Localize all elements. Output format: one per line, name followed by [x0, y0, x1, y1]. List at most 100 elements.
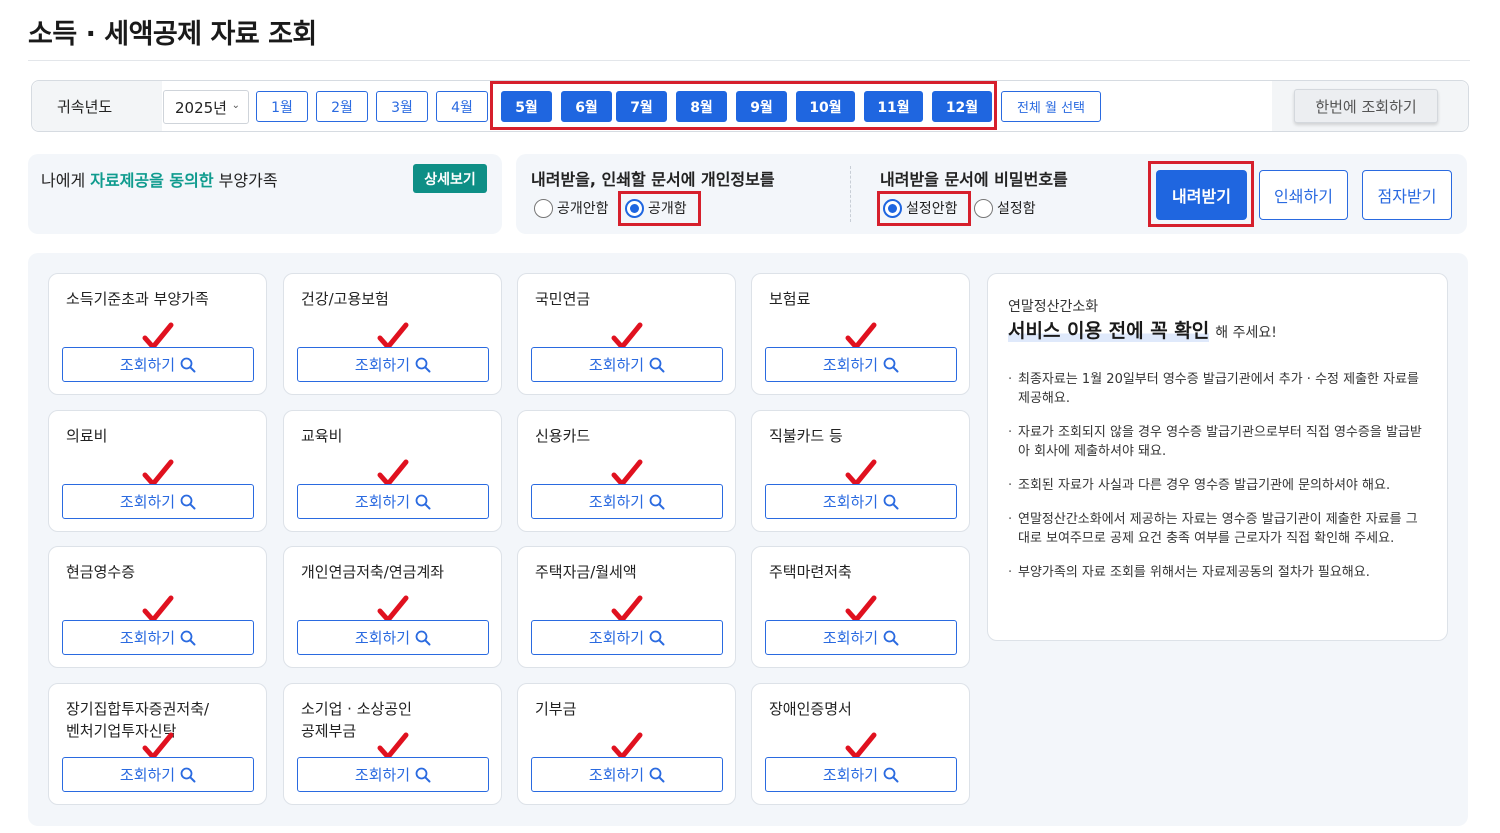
search-icon: [180, 494, 196, 510]
deduction-card: 보험료조회하기: [751, 273, 970, 395]
notice-main-suffix: 해 주세요!: [1215, 325, 1277, 341]
options-divider: [850, 166, 851, 222]
consent-suffix: 부양가족: [213, 171, 278, 190]
query-button-label: 조회하기: [822, 629, 879, 647]
annotation-password-highlight: [877, 191, 971, 226]
password-radio-set[interactable]: 설정함: [974, 198, 1036, 218]
query-button[interactable]: 조회하기: [765, 347, 957, 382]
query-button-label: 조회하기: [588, 493, 645, 511]
search-icon: [649, 494, 665, 510]
consent-prefix: 나에게: [41, 171, 91, 190]
braille-button[interactable]: 점자받기: [1362, 170, 1452, 220]
query-button[interactable]: 조회하기: [765, 757, 957, 792]
query-button[interactable]: 조회하기: [62, 620, 254, 655]
query-button-label: 조회하기: [588, 629, 645, 647]
query-button[interactable]: 조회하기: [531, 484, 723, 519]
query-button[interactable]: 조회하기: [297, 347, 489, 382]
deduction-card: 국민연금조회하기: [517, 273, 736, 395]
card-title: 소득기준초과 부양가족: [66, 290, 209, 308]
query-button-label: 조회하기: [822, 356, 879, 374]
privacy-option-label: 공개안함: [557, 201, 609, 217]
query-button-label: 조회하기: [588, 766, 645, 784]
service-notice-panel: 연말정산간소화 서비스 이용 전에 꼭 확인 해 주세요! 최종자료는 1월 20…: [987, 273, 1448, 641]
query-button[interactable]: 조회하기: [297, 620, 489, 655]
deduction-card: 소득기준초과 부양가족조회하기: [48, 273, 267, 395]
notice-list: 최종자료는 1월 20일부터 영수증 발급기관에서 추가 · 수정 제출한 자료…: [1008, 370, 1428, 597]
card-title: 장애인증명서: [769, 700, 852, 718]
card-title: 교육비: [301, 427, 343, 445]
query-button-label: 조회하기: [822, 493, 879, 511]
select-all-months-button[interactable]: 전체 월 선택: [1001, 91, 1101, 122]
deduction-card: 교육비조회하기: [283, 410, 502, 532]
card-title: 국민연금: [535, 290, 591, 308]
month-button[interactable]: 1월: [256, 91, 308, 122]
password-option-label: 설정함: [997, 201, 1036, 217]
search-icon: [180, 357, 196, 373]
notice-small-title: 연말정산간소화: [1008, 299, 1099, 315]
deduction-card: 현금영수증조회하기: [48, 546, 267, 668]
query-button[interactable]: 조회하기: [531, 347, 723, 382]
query-button[interactable]: 조회하기: [531, 757, 723, 792]
search-icon: [180, 630, 196, 646]
search-icon: [415, 494, 431, 510]
query-button[interactable]: 조회하기: [62, 757, 254, 792]
consent-highlight: 자료제공을 동의한: [90, 171, 214, 190]
annotation-months-highlight: [490, 81, 997, 130]
page-title: 소득 · 세액공제 자료 조회: [28, 19, 317, 50]
notice-main-highlight: 서비스 이용 전에 꼭 확인: [1008, 320, 1210, 342]
search-icon: [180, 767, 196, 783]
card-title: 현금영수증: [66, 563, 136, 581]
notice-item: 연말정산간소화에서 제공하는 자료는 영수증 발급기관이 제출한 자료를 그대로…: [1008, 510, 1428, 548]
query-button[interactable]: 조회하기: [62, 347, 254, 382]
query-button[interactable]: 조회하기: [62, 484, 254, 519]
month-button[interactable]: 2월: [316, 91, 368, 122]
query-button-label: 조회하기: [354, 493, 411, 511]
query-button-label: 조회하기: [354, 766, 411, 784]
deduction-card: 주택마련저축 조회하기: [751, 546, 970, 668]
privacy-radio-hide[interactable]: 공개안함: [534, 198, 609, 218]
query-button[interactable]: 조회하기: [297, 484, 489, 519]
deduction-card: 주택자금/월세액 조회하기: [517, 546, 736, 668]
year-value: 2025년: [175, 98, 227, 117]
month-button[interactable]: 3월: [376, 91, 428, 122]
deduction-card: 개인연금저축/연금계좌 조회하기: [283, 546, 502, 668]
privacy-heading: 내려받을, 인쇄할 문서에 개인정보를: [531, 170, 775, 189]
dependent-consent-panel: 나에게 자료제공을 동의한 부양가족 상세보기: [28, 154, 502, 234]
password-heading: 내려받을 문서에 비밀번호를: [880, 170, 1068, 189]
card-title: 건강/고용보험: [301, 290, 389, 308]
query-button-label: 조회하기: [588, 356, 645, 374]
notice-item: 부양가족의 자료 조회를 위해서는 자료제공동의 절차가 필요해요.: [1008, 563, 1428, 582]
query-button-label: 조회하기: [354, 356, 411, 374]
card-title: 직불카드 등: [769, 427, 843, 445]
card-title: 기부금: [535, 700, 577, 718]
month-button[interactable]: 4월: [436, 91, 488, 122]
deduction-card: 건강/고용보험조회하기: [283, 273, 502, 395]
query-all-button[interactable]: 한번에 조회하기: [1294, 89, 1438, 123]
query-button-label: 조회하기: [822, 766, 879, 784]
query-button[interactable]: 조회하기: [765, 620, 957, 655]
query-button-label: 조회하기: [119, 493, 176, 511]
query-button[interactable]: 조회하기: [531, 620, 723, 655]
chevron-down-icon: ⌄: [231, 100, 240, 111]
annotation-privacy-highlight: [618, 191, 701, 226]
search-icon: [649, 630, 665, 646]
card-title: 신용카드: [535, 427, 591, 445]
search-icon: [883, 494, 899, 510]
notice-item: 최종자료는 1월 20일부터 영수증 발급기관에서 추가 · 수정 제출한 자료…: [1008, 370, 1428, 408]
search-icon: [649, 357, 665, 373]
search-icon: [415, 357, 431, 373]
card-title: 보험료: [769, 290, 811, 308]
query-button[interactable]: 조회하기: [765, 484, 957, 519]
search-icon: [883, 630, 899, 646]
notice-main-title: 서비스 이용 전에 꼭 확인 해 주세요!: [1008, 316, 1277, 343]
query-all-area: 한번에 조회하기: [1272, 81, 1468, 131]
print-button[interactable]: 인쇄하기: [1259, 170, 1348, 220]
detail-button[interactable]: 상세보기: [413, 164, 487, 193]
year-select[interactable]: 2025년 ⌄: [163, 90, 249, 124]
title-divider: [28, 60, 1470, 61]
query-button[interactable]: 조회하기: [297, 757, 489, 792]
radio-circle-icon: [534, 198, 553, 218]
annotation-download-highlight: [1148, 161, 1254, 227]
query-button-label: 조회하기: [119, 356, 176, 374]
deduction-card: 소기업 · 소상공인 공제부금 조회하기: [283, 683, 502, 805]
